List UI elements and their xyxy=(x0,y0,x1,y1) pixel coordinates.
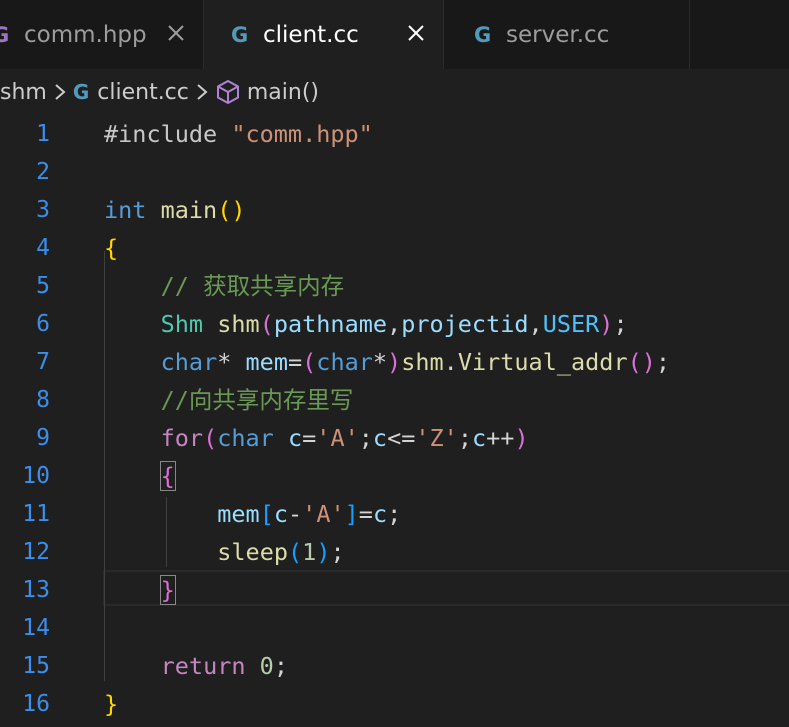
line-content[interactable]: // 获取共享内存 xyxy=(104,267,344,305)
c-plus-plus-icon: G xyxy=(72,80,90,104)
line-content[interactable]: { xyxy=(104,457,176,495)
chevron-right-icon xyxy=(195,82,209,102)
code-line[interactable]: 10 { xyxy=(0,457,789,495)
line-number: 10 xyxy=(22,463,50,489)
tab-label: client.cc xyxy=(263,21,359,48)
line-number: 14 xyxy=(22,615,50,641)
code-editor[interactable]: 1 #include "comm.hpp" 2 3 int main() 4 {… xyxy=(0,115,789,727)
code-line[interactable]: 6 Shm shm(pathname,projectid,USER); xyxy=(0,305,789,343)
line-content[interactable]: for(char c='A';c<='Z';c++) xyxy=(104,419,529,457)
line-number: 15 xyxy=(22,653,50,679)
code-line[interactable]: 3 int main() xyxy=(0,191,789,229)
line-number: 3 xyxy=(36,197,50,223)
c-plus-plus-icon: G xyxy=(231,22,249,47)
line-number: 7 xyxy=(36,349,50,375)
code-line[interactable]: 4 { xyxy=(0,229,789,267)
line-content[interactable]: Shm shm(pathname,projectid,USER); xyxy=(104,305,628,343)
line-content[interactable]: } xyxy=(104,571,176,609)
line-number: 8 xyxy=(36,387,50,413)
line-number: 9 xyxy=(36,425,50,451)
line-content[interactable]: int main() xyxy=(104,191,246,229)
vscode-window: G comm.hpp G client.cc G server.cc shm G xyxy=(0,0,789,727)
code-line[interactable]: 5 // 获取共享内存 xyxy=(0,267,789,305)
code-line[interactable]: 2 xyxy=(0,153,789,191)
line-content[interactable]: #include "comm.hpp" xyxy=(104,115,373,153)
line-content[interactable]: mem[c-'A']=c; xyxy=(104,495,401,533)
method-cube-icon xyxy=(215,79,241,105)
tab-comm-hpp[interactable]: G comm.hpp xyxy=(0,0,204,69)
code-line[interactable]: 9 for(char c='A';c<='Z';c++) xyxy=(0,419,789,457)
line-number: 6 xyxy=(36,311,50,337)
tab-label: server.cc xyxy=(506,21,610,48)
breadcrumb-file-label: client.cc xyxy=(97,79,189,105)
line-number: 12 xyxy=(22,539,50,565)
line-number: 4 xyxy=(36,235,50,261)
line-content[interactable]: sleep(1); xyxy=(104,533,344,571)
line-number: 5 xyxy=(36,273,50,299)
line-number: 1 xyxy=(36,121,50,147)
breadcrumb-folder-label: shm xyxy=(0,79,47,105)
line-content[interactable]: } xyxy=(104,685,118,723)
code-line[interactable]: 15 return 0; xyxy=(0,647,789,685)
code-line[interactable]: 16 } xyxy=(0,685,789,723)
line-content[interactable]: return 0; xyxy=(104,647,288,685)
line-content[interactable]: char* mem=(char*)shm.Virtual_addr(); xyxy=(104,343,670,381)
line-number: 13 xyxy=(22,577,50,603)
breadcrumb-folder[interactable]: shm xyxy=(0,80,47,105)
code-line[interactable]: 8 //向共享内存里写 xyxy=(0,381,789,419)
tab-bar: G comm.hpp G client.cc G server.cc xyxy=(0,0,789,69)
chevron-right-icon xyxy=(53,82,67,102)
line-content[interactable]: { xyxy=(104,229,118,267)
breadcrumb-symbol[interactable]: main() xyxy=(215,79,319,105)
tab-server-cc[interactable]: G server.cc xyxy=(444,0,690,69)
line-number: 16 xyxy=(22,691,50,717)
breadcrumb: shm G client.cc main() xyxy=(0,69,789,115)
code-line[interactable]: 12 sleep(1); xyxy=(0,533,789,571)
code-line[interactable]: 13 } xyxy=(0,571,789,609)
code-line[interactable]: 11 mem[c-'A']=c; xyxy=(0,495,789,533)
line-number: 2 xyxy=(36,159,50,185)
code-line[interactable]: 7 char* mem=(char*)shm.Virtual_addr(); xyxy=(0,343,789,381)
line-content[interactable]: //向共享内存里写 xyxy=(104,381,354,419)
code-line[interactable]: 14 xyxy=(0,609,789,647)
close-icon[interactable] xyxy=(403,20,429,46)
c-plus-plus-icon: G xyxy=(0,22,10,47)
c-plus-plus-icon: G xyxy=(474,22,492,47)
code-line[interactable]: 1 #include "comm.hpp" xyxy=(0,115,789,153)
breadcrumb-file[interactable]: G client.cc xyxy=(73,80,189,105)
tab-label: comm.hpp xyxy=(24,21,147,48)
line-number: 11 xyxy=(22,501,50,527)
breadcrumb-symbol-label: main() xyxy=(246,79,320,105)
close-icon[interactable] xyxy=(163,20,189,46)
tab-client-cc[interactable]: G client.cc xyxy=(204,0,444,69)
